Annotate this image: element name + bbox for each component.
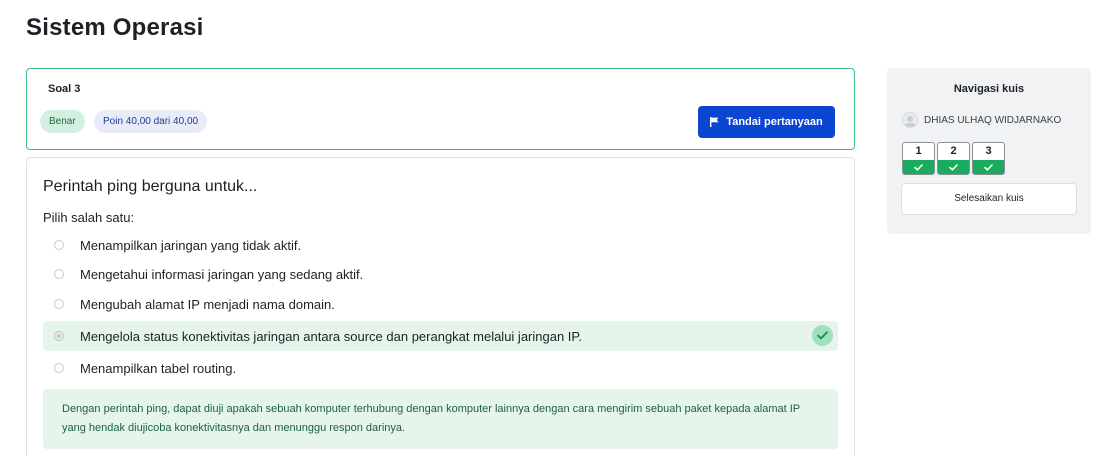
answer-prompt: Pilih salah satu: bbox=[43, 210, 135, 225]
radio-button[interactable] bbox=[54, 299, 64, 309]
question-info-box: Soal 3 Benar Poin 40,00 dari 40,00 Tanda… bbox=[26, 68, 855, 150]
correct-check-icon bbox=[812, 325, 833, 346]
correct-check-icon bbox=[903, 160, 934, 174]
answer-option[interactable]: Menampilkan jaringan yang tidak aktif. bbox=[43, 230, 838, 260]
answer-option-selected[interactable]: Mengelola status konektivitas jaringan a… bbox=[43, 321, 838, 351]
user-info: DHIAS ULHAQ WIDJARNAKO bbox=[902, 112, 1061, 128]
correct-check-icon bbox=[973, 160, 1004, 174]
page-title: Sistem Operasi bbox=[26, 14, 204, 41]
question-nav-button-1[interactable]: 1 bbox=[902, 142, 935, 175]
question-nav-button-2[interactable]: 2 bbox=[937, 142, 970, 175]
radio-button[interactable] bbox=[54, 240, 64, 250]
answer-label: Mengubah alamat IP menjadi nama domain. bbox=[80, 296, 335, 312]
answer-option[interactable]: Mengubah alamat IP menjadi nama domain. bbox=[43, 289, 838, 319]
flag-question-button[interactable]: Tandai pertanyaan bbox=[698, 106, 835, 138]
question-text: Perintah ping berguna untuk... bbox=[43, 178, 258, 195]
question-content-card: Perintah ping berguna untuk... Pilih sal… bbox=[26, 157, 855, 456]
flag-icon bbox=[710, 117, 719, 127]
question-nav-button-3[interactable]: 3 bbox=[972, 142, 1005, 175]
answer-label: Mengelola status konektivitas jaringan a… bbox=[80, 328, 583, 344]
answer-label: Mengetahui informasi jaringan yang sedan… bbox=[80, 266, 364, 282]
question-state-badge: Benar bbox=[40, 110, 85, 133]
finish-quiz-button[interactable]: Selesaikan kuis bbox=[901, 183, 1077, 215]
flag-question-label: Tandai pertanyaan bbox=[726, 116, 823, 128]
question-nav-buttons: 1 2 3 bbox=[902, 142, 1005, 175]
question-nav-number: 1 bbox=[915, 145, 922, 157]
avatar bbox=[902, 112, 918, 128]
question-nav-number: 3 bbox=[985, 145, 992, 157]
question-nav-number: 2 bbox=[950, 145, 957, 157]
answer-label: Menampilkan jaringan yang tidak aktif. bbox=[80, 237, 302, 253]
answer-feedback: Dengan perintah ping, dapat diuji apakah… bbox=[43, 389, 838, 449]
radio-button-checked[interactable] bbox=[54, 331, 64, 341]
answer-option[interactable]: Menampilkan tabel routing. bbox=[43, 353, 838, 383]
answer-option[interactable]: Mengetahui informasi jaringan yang sedan… bbox=[43, 259, 838, 289]
quiz-navigation-title: Navigasi kuis bbox=[953, 83, 1025, 95]
answer-label: Menampilkan tabel routing. bbox=[80, 360, 237, 376]
quiz-navigation-panel: Navigasi kuis DHIAS ULHAQ WIDJARNAKO 1 2… bbox=[887, 68, 1091, 234]
question-grade-badge: Poin 40,00 dari 40,00 bbox=[94, 110, 208, 133]
radio-button[interactable] bbox=[54, 363, 64, 373]
question-number: Soal 3 bbox=[48, 83, 81, 95]
radio-button[interactable] bbox=[54, 269, 64, 279]
user-name: DHIAS ULHAQ WIDJARNAKO bbox=[924, 114, 1062, 126]
correct-check-icon bbox=[938, 160, 969, 174]
